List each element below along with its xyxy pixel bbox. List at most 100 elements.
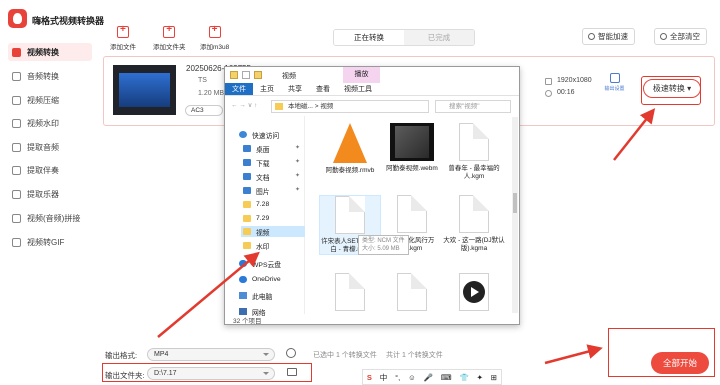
annotation-box-fast-convert — [641, 76, 701, 105]
sidebar-item-audio-convert[interactable]: 音频转换 — [8, 67, 92, 85]
sidebar-item-extract-instrument[interactable]: 提取乐器 — [8, 185, 92, 203]
nav-item-728[interactable]: 7.28 — [243, 199, 269, 210]
output-settings-label: 输出设置 — [604, 86, 625, 92]
settings-doc-icon — [609, 73, 620, 83]
pin-icon: ✦ — [295, 173, 301, 179]
ribbon-tab-file[interactable]: 文件 — [225, 83, 253, 95]
video-compress-icon — [12, 95, 21, 105]
add-folder-icon — [163, 24, 176, 38]
sidebar-item-video-convert[interactable]: 视频转换 — [8, 43, 92, 61]
output-settings-button[interactable]: 输出设置 — [602, 73, 627, 92]
ime-skin-icon[interactable]: 👕 — [459, 373, 468, 382]
ime-emoji-icon[interactable]: ☺ — [408, 373, 416, 382]
file-item[interactable]: 曾春年 - 最幸福的人.kgm — [443, 123, 505, 181]
add-file-button[interactable]: 添加文件 — [110, 24, 136, 51]
file-label: 曾春年 - 最幸福的人.kgm — [448, 165, 500, 180]
add-m3u8-button[interactable]: 添加m3u8 — [200, 24, 229, 51]
file-item[interactable]: 阿勤泰视频.rmvb — [319, 123, 381, 175]
back-forward-icon[interactable]: ← → ∨ ↑ — [231, 101, 257, 109]
nav-item-desktop[interactable]: 桌面 — [243, 143, 270, 154]
nav-item-pictures[interactable]: 图片 — [243, 185, 270, 196]
file-item[interactable]: 阿勤泰视频.webm — [381, 123, 443, 173]
folder-icon — [275, 103, 283, 110]
nav-item-this-pc[interactable]: 此电脑 — [239, 290, 272, 301]
ime-logo-icon[interactable]: S — [367, 373, 372, 382]
total-status: 共计 1 个转换文件 — [386, 352, 443, 359]
nav-item-wps-cloud[interactable]: WPS云盘 — [239, 258, 281, 269]
explorer-search-input[interactable]: 搜索"视频" — [435, 100, 511, 113]
ime-tools-icon[interactable]: ✦ — [477, 373, 483, 382]
explorer-scrollbar[interactable] — [512, 117, 518, 313]
nav-item-729[interactable]: 7.29 — [243, 213, 269, 224]
app-title: 嗨格式视频转换器 — [32, 16, 105, 26]
smart-accel-icon — [588, 33, 595, 40]
nav-item-onedrive[interactable]: OneDrive — [239, 274, 281, 285]
output-duration: 00:16 — [557, 89, 575, 96]
nav-item-watermark[interactable]: 水印 — [243, 240, 270, 251]
ime-keyboard-icon[interactable]: ⌨ — [441, 373, 452, 382]
pin-icon: ✦ — [295, 159, 301, 165]
nav-item-downloads[interactable]: 下载 — [243, 157, 270, 168]
tab-done[interactable]: 已完成 — [404, 30, 474, 45]
ribbon-tab-home[interactable]: 主页 — [253, 83, 281, 95]
file-item[interactable] — [443, 273, 505, 313]
nav-label: 视频 — [256, 229, 270, 237]
file-item[interactable] — [381, 273, 443, 313]
nav-label: 7.29 — [256, 215, 270, 222]
selected-status: 已选中 1 个转换文件 — [313, 352, 377, 359]
watermark-icon — [12, 118, 21, 128]
sidebar-item-label: 视频压缩 — [27, 95, 59, 105]
sidebar-item-video-compress[interactable]: 视频压缩 — [8, 91, 92, 109]
status-tabs: 正在转换 已完成 — [333, 29, 475, 46]
pin-icon: ✦ — [295, 145, 301, 151]
clear-all-label: 全部清空 — [670, 32, 700, 41]
nav-item-video[interactable]: 视频 — [241, 226, 305, 237]
format-settings-icon[interactable] — [286, 348, 296, 358]
trash-icon — [660, 33, 667, 40]
file-grid: 阿勤泰视频.rmvb 阿勤泰视频.webm 曾春年 - 最幸福的人.kgm 许宋… — [315, 119, 510, 313]
pc-icon — [239, 292, 247, 299]
sidebar-item-extract-audio[interactable]: 提取音频 — [8, 138, 92, 156]
output-format-select[interactable]: MP4 — [147, 348, 275, 361]
nav-label: 图片 — [256, 188, 270, 196]
ribbon-tab-share[interactable]: 共享 — [281, 83, 309, 95]
address-bar[interactable]: 本地磁... > 视频 — [271, 100, 429, 113]
resolution-icon — [545, 78, 552, 85]
path-segment-drive[interactable]: 本地磁... — [288, 103, 313, 110]
nav-item-quick-access[interactable]: 快速访问 — [239, 129, 279, 140]
new-folder-quick-icon[interactable] — [254, 71, 262, 79]
folder-quick-icon — [230, 71, 238, 79]
sidebar-item-merge[interactable]: 视频(音频)拼接 — [8, 209, 92, 227]
ime-mode[interactable]: 中 — [380, 372, 388, 383]
file-item[interactable] — [319, 273, 381, 313]
audio-codec-select[interactable]: AC3 — [185, 105, 223, 116]
add-folder-button[interactable]: 添加文件夹 — [153, 24, 186, 51]
file-size: 1.20 MB — [198, 90, 225, 97]
folder-icon — [243, 215, 251, 222]
ribbon-tab-view[interactable]: 查看 — [309, 83, 337, 95]
ime-punct[interactable]: °, — [395, 373, 400, 382]
sidebar-item-video-to-gif[interactable]: 视频转GIF — [8, 233, 92, 251]
smart-accel-button[interactable]: 智能加速 — [582, 28, 635, 45]
tab-converting[interactable]: 正在转换 — [334, 30, 404, 45]
download-icon — [243, 159, 251, 166]
sidebar-item-label: 提取乐器 — [27, 189, 59, 199]
file-label: 阿勤泰视频.rmvb — [325, 167, 375, 174]
ime-mic-icon[interactable]: 🎤 — [424, 373, 433, 382]
sidebar-item-video-watermark[interactable]: 视频水印 — [8, 114, 92, 132]
nav-item-documents[interactable]: 文档 — [243, 171, 270, 182]
play-tab[interactable]: 播放 — [343, 67, 380, 83]
folder-icon — [243, 201, 251, 208]
audio-convert-icon — [12, 71, 21, 81]
nav-label: 7.28 — [256, 201, 270, 208]
ribbon-tab-video-tools[interactable]: 视频工具 — [337, 83, 379, 95]
clear-all-button[interactable]: 全部清空 — [654, 28, 707, 45]
check-quick-icon[interactable] — [242, 71, 250, 79]
file-item[interactable]: 大欢 - 这一路(DJ默认版).kgma — [443, 195, 505, 253]
sidebar-item-extract-accompaniment[interactable]: 提取伴奏 — [8, 161, 92, 179]
path-segment-video[interactable]: 视频 — [320, 103, 333, 110]
output-resolution: 1920x1080 — [557, 77, 592, 84]
file-tooltip: 类型: NCM 文件 大小: 5.09 MB — [358, 235, 409, 255]
ime-menu-icon[interactable]: ⊞ — [491, 373, 497, 382]
smart-accel-label: 智能加速 — [598, 32, 628, 41]
